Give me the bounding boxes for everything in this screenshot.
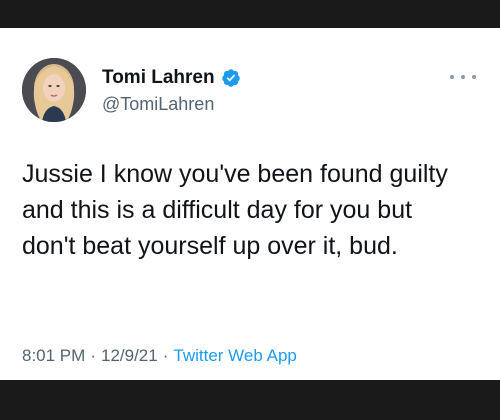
more-options-icon[interactable] xyxy=(450,70,476,84)
avatar[interactable] xyxy=(22,58,86,122)
meta-separator: · xyxy=(162,346,169,365)
author-handle[interactable]: @TomiLahren xyxy=(102,94,241,115)
tweet-header: Tomi Lahren @TomiLahren xyxy=(22,58,480,122)
tweet-time[interactable]: 8:01 PM xyxy=(22,346,85,365)
tweet-card: Tomi Lahren @TomiLahren Jussie I know yo… xyxy=(0,28,500,380)
display-name[interactable]: Tomi Lahren xyxy=(102,67,215,89)
tweet-metadata: 8:01 PM · 12/9/21 · Twitter Web App xyxy=(22,346,297,366)
more-dot xyxy=(461,75,465,79)
verified-badge-icon xyxy=(221,68,241,88)
meta-separator: · xyxy=(90,346,96,365)
tweet-date[interactable]: 12/9/21 xyxy=(101,346,158,365)
screenshot-frame: Tomi Lahren @TomiLahren Jussie I know yo… xyxy=(0,0,500,420)
display-name-row: Tomi Lahren xyxy=(102,66,241,90)
more-dot xyxy=(450,75,454,79)
tweet-source-link[interactable]: Twitter Web App xyxy=(173,346,296,365)
more-dot xyxy=(472,75,476,79)
author-names: Tomi Lahren @TomiLahren xyxy=(102,66,241,115)
profile-photo xyxy=(22,58,86,122)
tweet-text: Jussie I know you've been found guilty a… xyxy=(22,160,448,260)
